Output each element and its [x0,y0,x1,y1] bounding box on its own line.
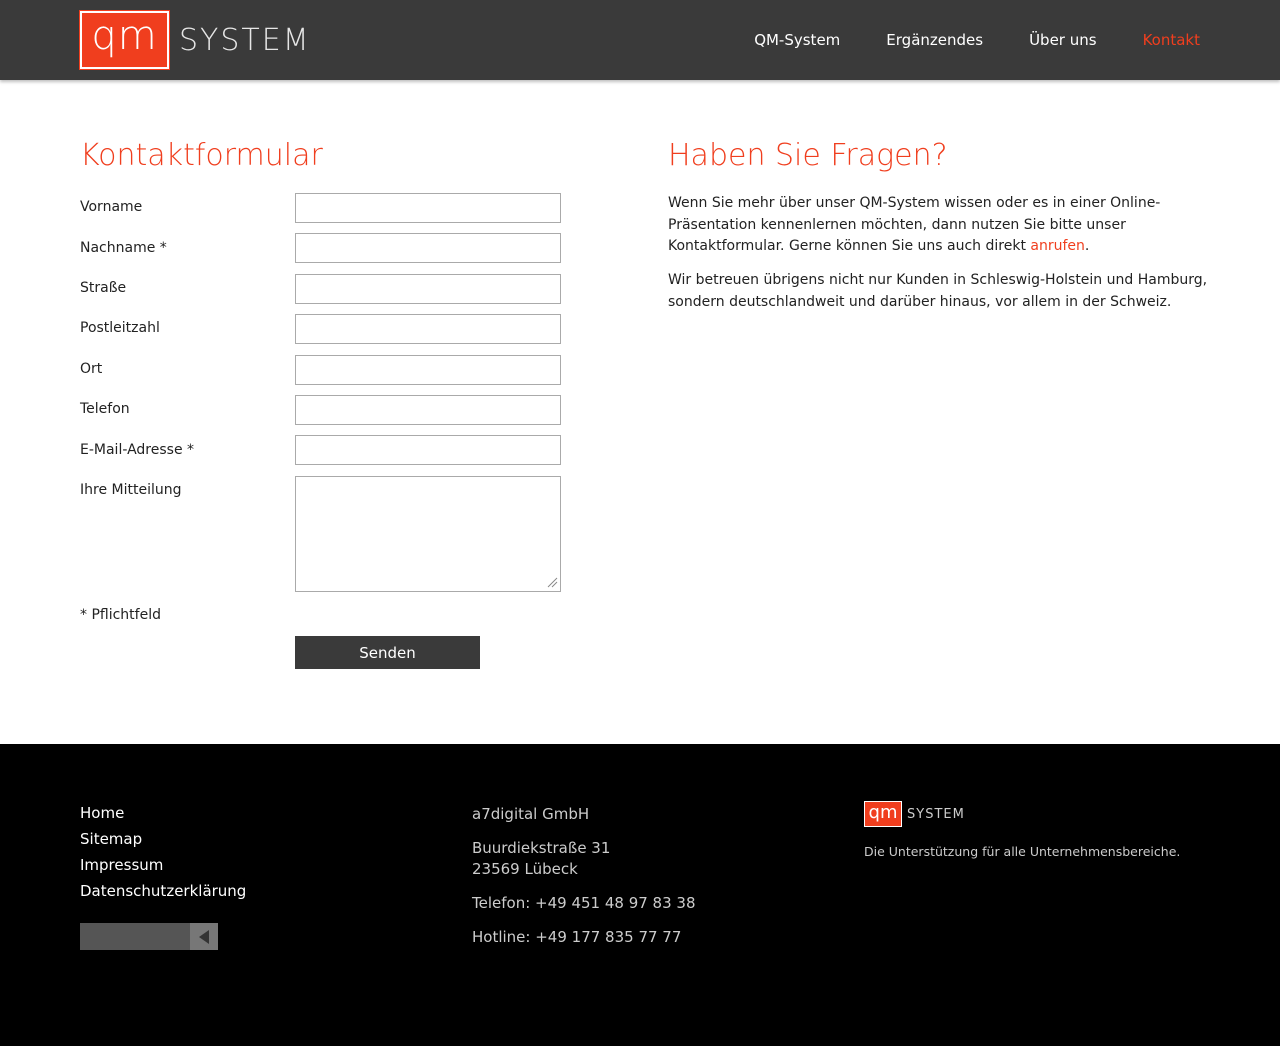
info-title: Haben Sie Fragen? [668,138,948,173]
info-paragraph-2: Wir betreuen übrigens nicht nur Kunden i… [668,272,1208,310]
company-address: Buurdiekstraße 31 23569 Lübeck [472,838,696,880]
site-logo[interactable]: qm SYSTEM [79,10,311,70]
footer-link-datenschutz[interactable]: Datenschutzerklärung [80,882,246,908]
company-name: a7digital GmbH [472,805,590,823]
nachname-input[interactable] [295,233,561,263]
logo-mark: qm [79,10,170,70]
ort-input[interactable] [295,355,561,385]
logo-text: SYSTEM [179,22,311,58]
site-footer: Home Sitemap Impressum Datenschutzerklär… [0,744,1280,1046]
info-paragraph-1: Wenn Sie mehr über unser QM-System wisse… [668,193,1208,258]
info-paragraph-1-end: . [1084,238,1090,254]
footer-logo-text: SYSTEM [907,806,965,822]
label-email: E-Mail-Adresse * [80,442,195,458]
label-mitteilung: Ihre Mitteilung [80,482,182,498]
footer-link-home[interactable]: Home [80,804,246,830]
nav-qm-system[interactable]: QM-System [754,31,840,49]
footer-logo-mark: qm [864,801,902,827]
nav-ergaenzendes[interactable]: Ergänzendes [886,31,983,49]
strasse-input[interactable] [295,274,561,304]
hotline-number: Hotline: +49 177 835 77 77 [472,928,682,946]
label-postleitzahl: Postleitzahl [80,320,160,336]
footer-link-impressum[interactable]: Impressum [80,856,246,882]
mitteilung-textarea[interactable] [295,476,561,592]
nav-ueber-uns[interactable]: Über uns [1029,31,1097,49]
footer-link-sitemap[interactable]: Sitemap [80,830,246,856]
email-input[interactable] [295,435,561,465]
footer-logo[interactable]: qm SYSTEM [864,801,965,827]
label-strasse: Straße [80,280,127,296]
triangle-left-icon [199,929,209,944]
form-title: Kontaktformular [80,138,323,173]
nav-kontakt[interactable]: Kontakt [1143,31,1200,49]
label-telefon: Telefon [80,401,130,417]
anrufen-link[interactable]: anrufen [1030,238,1085,254]
footer-slider[interactable] [80,923,218,950]
vorname-input[interactable] [295,193,561,223]
address-street: Buurdiekstraße 31 [472,839,611,857]
postleitzahl-input[interactable] [295,314,561,344]
label-nachname: Nachname * [80,240,167,256]
site-header: qm SYSTEM QM-System Ergänzendes Über uns… [0,0,1280,80]
slider-collapse-button[interactable] [190,923,218,950]
footer-links: Home Sitemap Impressum Datenschutzerklär… [80,804,246,908]
label-ort: Ort [80,361,103,377]
required-note: * Pflichtfeld [80,607,161,623]
footer-address: a7digital GmbH Buurdiekstraße 31 23569 L… [472,804,696,961]
address-city: 23569 Lübeck [472,860,578,878]
main-nav: QM-System Ergänzendes Über uns Kontakt [754,31,1200,49]
resize-grip-icon[interactable] [546,576,558,588]
phone-number: Telefon: +49 451 48 97 83 38 [472,894,696,912]
telefon-input[interactable] [295,395,561,425]
label-vorname: Vorname [80,199,143,215]
senden-button[interactable]: Senden [295,636,480,669]
footer-tagline: Die Unterstützung für alle Unternehmensb… [864,844,1181,859]
